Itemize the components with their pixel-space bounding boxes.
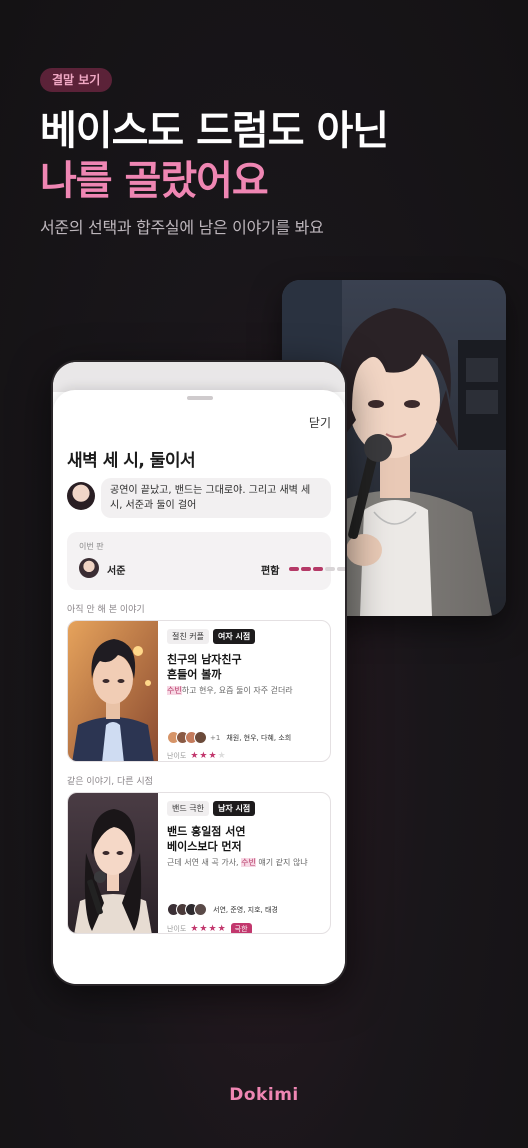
story-title-line-1: 친구의 남자친구 <box>167 653 242 666</box>
brand-logo: Dokimi <box>229 1085 299 1105</box>
narrator-avatar <box>67 482 95 510</box>
story-card[interactable]: 절친 커플 여자 시점 친구의 남자친구 흔들어 볼까 수빈하고 현우, 요즘 … <box>67 620 331 762</box>
cast-names: 채원, 현우, 다혜, 소희 <box>226 733 292 742</box>
pov-tag: 남자 시점 <box>212 801 256 816</box>
pov-tag: 여자 시점 <box>212 629 256 644</box>
highlighted-name: 수빈 <box>167 686 182 695</box>
message-row: 공연이 끝났고, 밴드는 그대로야. 그리고 새벽 세 시, 서준과 둘이 걸어 <box>67 478 331 522</box>
story-tag: 밴드 극한 <box>167 801 209 816</box>
description-text: 하고 현우, 요즘 둘이 자주 걷더라 <box>181 686 293 695</box>
level-dot <box>289 567 299 571</box>
story-tag: 절친 커플 <box>167 629 209 644</box>
story-description: 수빈하고 현우, 요즘 둘이 자주 걷더라 <box>167 685 324 697</box>
relationship-level-meter <box>289 567 345 571</box>
this-round-label: 이번 판 <box>79 542 104 551</box>
character-avatar <box>79 558 99 578</box>
phone-status-area <box>53 362 345 392</box>
unseen-section-label: 아직 안 해 본 이야기 <box>67 605 145 615</box>
star-icon: ★ <box>217 751 227 761</box>
level-dot <box>325 567 335 571</box>
difficulty-label: 난이도 <box>167 925 187 933</box>
story-title: 친구의 남자친구 흔들어 볼까 <box>167 652 324 682</box>
story-title-line-1: 밴드 홍일점 서연 <box>167 825 246 838</box>
hero-title-line-1: 베이스도 드럼도 아닌 <box>40 108 389 154</box>
difficulty-stars: ★★★★ <box>190 924 227 934</box>
level-dot <box>337 567 345 571</box>
phone-mockup: 닫기 새벽 세 시, 둘이서 공연이 끝났고, 밴드는 그대로야. 그리고 새벽… <box>51 360 347 986</box>
story-title: 밴드 홍일점 서연 베이스보다 먼저 <box>167 824 324 854</box>
difficulty-row: 난이도 ★★★★ 극한 <box>167 923 252 934</box>
relationship-status: 편함 <box>261 566 280 577</box>
hero-subtitle: 서준의 선택과 합주실에 남은 이야기를 봐요 <box>40 218 324 237</box>
message-bubble: 공연이 끝났고, 밴드는 그대로야. 그리고 새벽 세 시, 서준과 둘이 걸어 <box>101 478 331 518</box>
close-button[interactable]: 닫기 <box>309 414 331 431</box>
hero-title: 베이스도 드럼도 아닌 나를 골랐어요 <box>40 106 389 206</box>
cast-row: +1 채원, 현우, 다혜, 소희 <box>167 731 291 744</box>
story-title-line-2: 베이스보다 먼저 <box>167 840 242 853</box>
star-icon: ★ <box>217 924 227 934</box>
this-round-card: 이번 판 서준 편함 <box>67 532 345 590</box>
description-text: 얘기 같지 않냐 <box>255 858 308 867</box>
sheet-grabber[interactable] <box>187 396 213 400</box>
story-title-line-2: 흔들어 볼까 <box>167 668 222 681</box>
story-card[interactable]: 밴드 극한 남자 시점 밴드 홍일점 서연 베이스보다 먼저 근데 서연 새 곡… <box>67 792 331 934</box>
ending-sheet: 닫기 새벽 세 시, 둘이서 공연이 끝났고, 밴드는 그대로야. 그리고 새벽… <box>53 390 345 984</box>
difficulty-row: 난이도 ★★★★ <box>167 751 227 761</box>
story-thumbnail <box>68 793 158 933</box>
cast-avatar <box>194 903 207 916</box>
story-thumbnail <box>68 621 158 761</box>
description-text: 근데 서연 새 곡 가사, <box>167 858 242 867</box>
highlighted-name: 수빈 <box>241 858 256 867</box>
hero-title-line-2: 나를 골랐어요 <box>40 158 269 204</box>
cast-avatars <box>167 731 207 744</box>
star-icon: ★ <box>208 924 218 934</box>
story-body: 밴드 극한 남자 시점 밴드 홍일점 서연 베이스보다 먼저 근데 서연 새 곡… <box>167 801 324 933</box>
character-name: 서준 <box>107 566 126 577</box>
star-icon: ★ <box>208 751 218 761</box>
sheet-title: 새벽 세 시, 둘이서 <box>67 451 196 471</box>
level-dot <box>313 567 323 571</box>
cast-more-count: +1 <box>210 733 221 742</box>
cast-names: 서연, 준영, 지호, 태경 <box>213 905 278 914</box>
story-description: 근데 서연 새 곡 가사, 수빈 얘기 같지 않냐 <box>167 857 324 869</box>
cast-row: 서연, 준영, 지호, 태경 <box>167 903 278 916</box>
cast-avatars <box>167 903 207 916</box>
same-story-section-label: 같은 이야기, 다른 시점 <box>67 777 153 787</box>
level-dot <box>301 567 311 571</box>
extreme-badge: 극한 <box>230 923 252 933</box>
story-body: 절친 커플 여자 시점 친구의 남자친구 흔들어 볼까 수빈하고 현우, 요즘 … <box>167 629 324 761</box>
difficulty-stars: ★★★★ <box>190 751 226 761</box>
ending-badge: 결말 보기 <box>40 68 113 92</box>
cast-avatar <box>194 731 207 744</box>
difficulty-label: 난이도 <box>167 752 187 760</box>
